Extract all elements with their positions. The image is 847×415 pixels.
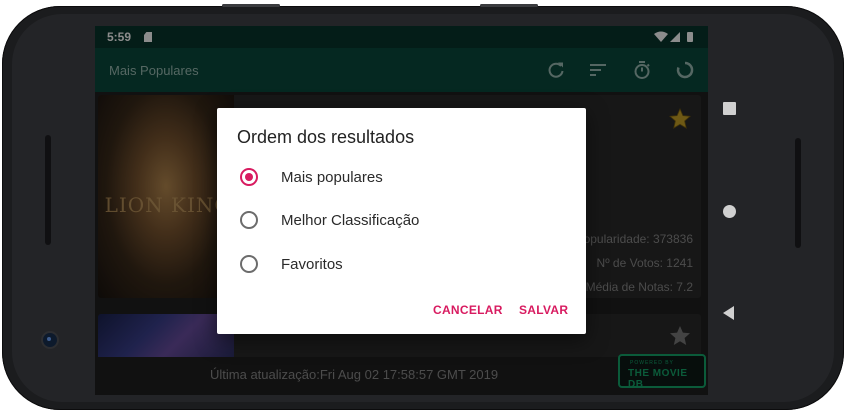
option-mais-populares[interactable]: Mais populares	[217, 158, 586, 198]
cancel-button[interactable]: CANCELAR	[433, 303, 503, 317]
screen: 5:59 Mais Populares LION KING Popularida…	[95, 26, 708, 395]
radio-button[interactable]	[240, 211, 258, 229]
home-icon[interactable]	[723, 205, 736, 218]
left-speaker	[45, 135, 51, 245]
option-label: Mais populares	[281, 169, 383, 186]
recents-icon[interactable]	[723, 102, 736, 115]
save-button[interactable]: SALVAR	[519, 303, 568, 317]
radio-button-checked[interactable]	[240, 168, 258, 186]
volume-button	[480, 4, 538, 7]
back-icon[interactable]	[721, 305, 737, 321]
right-speaker	[795, 138, 801, 248]
option-label: Melhor Classificação	[281, 212, 420, 229]
option-melhor-classificacao[interactable]: Melhor Classificação	[217, 201, 586, 241]
front-camera	[43, 333, 57, 347]
power-button	[222, 4, 280, 7]
radio-button[interactable]	[240, 255, 258, 273]
sort-order-dialog: Ordem dos resultados Mais populares Melh…	[217, 108, 586, 334]
option-favoritos[interactable]: Favoritos	[217, 245, 586, 285]
dialog-title: Ordem dos resultados	[237, 127, 415, 147]
option-label: Favoritos	[281, 256, 343, 273]
